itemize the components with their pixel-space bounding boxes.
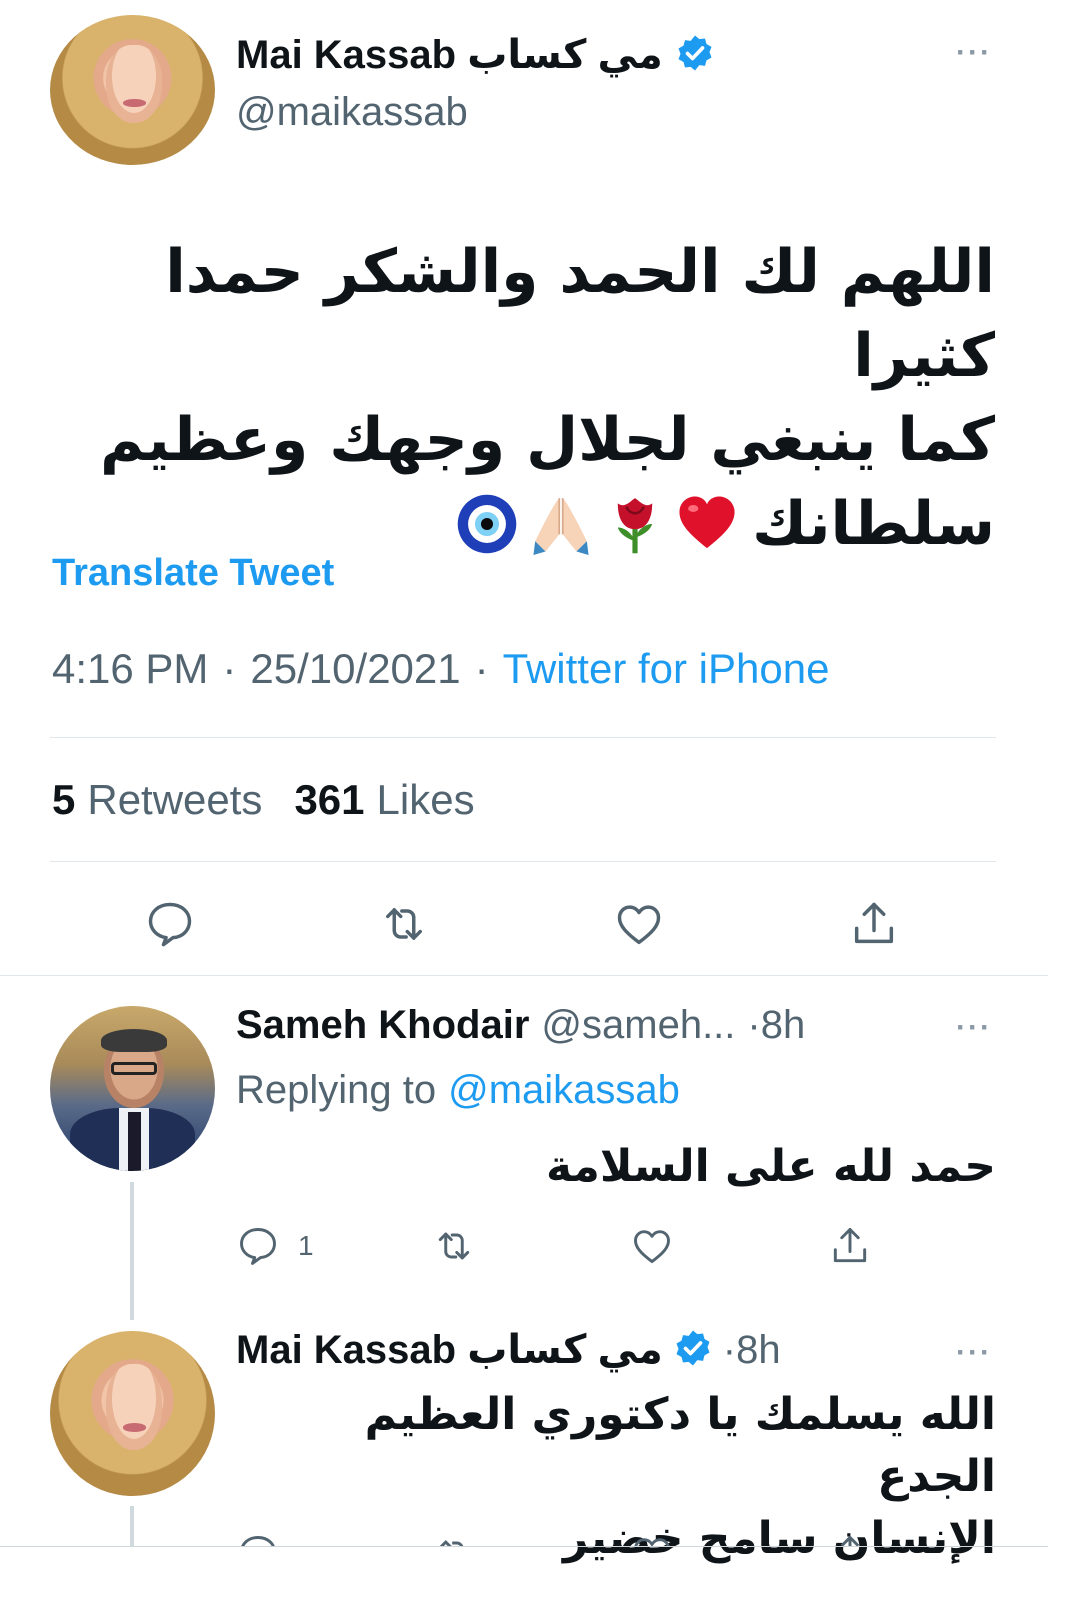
avatar-face [106, 1364, 163, 1450]
reply-time[interactable]: ·8h [747, 1003, 805, 1048]
meta-separator: · [222, 645, 237, 692]
reply-author-handle[interactable]: @sameh... [541, 1003, 735, 1048]
tweet-text: اللهم لك الحمد والشكر حمدا كثيرا كما ينب… [80, 230, 995, 566]
meta-separator: · [474, 645, 489, 692]
author-name[interactable]: Mai Kassab مي كساب [236, 32, 663, 78]
like-icon[interactable] [613, 898, 665, 950]
divider [50, 737, 996, 738]
avatar-lips [122, 1423, 146, 1432]
thread-line [130, 1506, 134, 1546]
likes-count[interactable]: 361 [294, 776, 364, 824]
tweet-text-line-3-text: سلطانك [752, 489, 995, 559]
divider [50, 861, 996, 862]
tweet-text-line-2: كما ينبغي لجلال وجهك وعظيم [100, 405, 995, 475]
retweet-icon[interactable] [432, 1224, 476, 1268]
share-icon[interactable] [848, 898, 900, 950]
author-avatar[interactable] [50, 15, 215, 165]
like-icon[interactable] [630, 1532, 674, 1546]
tweet-date[interactable]: 25/10/2021 [250, 645, 460, 693]
translate-tweet-link[interactable]: Translate Tweet [52, 552, 334, 595]
reply-icon[interactable] [236, 1224, 280, 1268]
verified-badge-icon [675, 33, 715, 78]
verified-badge-icon [673, 1328, 713, 1373]
avatar-glasses [111, 1062, 158, 1076]
share-icon[interactable] [828, 1224, 872, 1268]
tweet-source-link[interactable]: Twitter for iPhone [503, 645, 830, 693]
heart-emoji-icon [679, 496, 735, 549]
retweets-count[interactable]: 5 [52, 776, 75, 824]
folded-hands-emoji-icon [533, 498, 589, 555]
reply-author-avatar[interactable] [50, 1006, 215, 1171]
like-icon[interactable] [630, 1224, 674, 1268]
reply-icon[interactable] [236, 1532, 280, 1546]
reply-author-name[interactable]: Sameh Khodair [236, 1003, 529, 1048]
reply-count: 1 [298, 1230, 314, 1261]
author-name-row[interactable]: Mai Kassab مي كساب [236, 28, 715, 82]
more-options-icon[interactable]: ··· [956, 1336, 992, 1370]
replying-to: Replying to @maikassab [236, 1068, 680, 1113]
share-icon[interactable] [828, 1532, 872, 1546]
rose-emoji-icon [617, 498, 653, 554]
reply-text: حمد لله على السلامة [546, 1141, 996, 1192]
avatar-hair [101, 1029, 168, 1053]
replying-prefix: Replying to [236, 1068, 437, 1112]
divider [0, 1546, 1048, 1547]
tweet-time[interactable]: 4:16 PM [52, 645, 208, 693]
tweet-meta: 4:16 PM · 25/10/2021 · Twitter for iPhon… [52, 645, 829, 693]
replying-handle-link[interactable]: @maikassab [448, 1068, 680, 1113]
reply-header: Sameh Khodair @sameh... ·8h [236, 1003, 805, 1048]
engagement-stats: 5 Retweets 361 Likes [52, 776, 475, 824]
retweets-label[interactable]: Retweets [87, 776, 262, 824]
thread-line [130, 1182, 134, 1320]
reply-author-avatar[interactable] [50, 1331, 215, 1496]
likes-label[interactable]: Likes [377, 776, 475, 824]
avatar-face [106, 45, 163, 123]
retweet-icon[interactable] [378, 898, 430, 950]
avatar-tie [127, 1111, 141, 1171]
emoji-row [456, 493, 738, 555]
tweet-text-line-1: اللهم لك الحمد والشكر حمدا كثيرا [165, 237, 995, 391]
author-handle[interactable]: @maikassab [236, 90, 468, 135]
more-options-icon[interactable]: ··· [956, 1011, 992, 1045]
reply-icon[interactable] [144, 898, 196, 950]
reply-time[interactable]: ·8h [723, 1328, 781, 1373]
reply-author-name[interactable]: Mai Kassab مي كساب [236, 1327, 663, 1373]
divider [0, 975, 1048, 976]
reply-text-line-1: الله يسلمك يا دكتوري العظيم الجدع [364, 1389, 996, 1502]
cutoff-action-row [236, 1532, 876, 1546]
more-options-icon[interactable]: ··· [956, 36, 992, 70]
retweet-icon[interactable] [432, 1532, 476, 1546]
avatar-lips [122, 99, 146, 107]
nazar-amulet-emoji-icon [457, 494, 517, 554]
reply-header: Mai Kassab مي كساب ·8h [236, 1327, 781, 1373]
